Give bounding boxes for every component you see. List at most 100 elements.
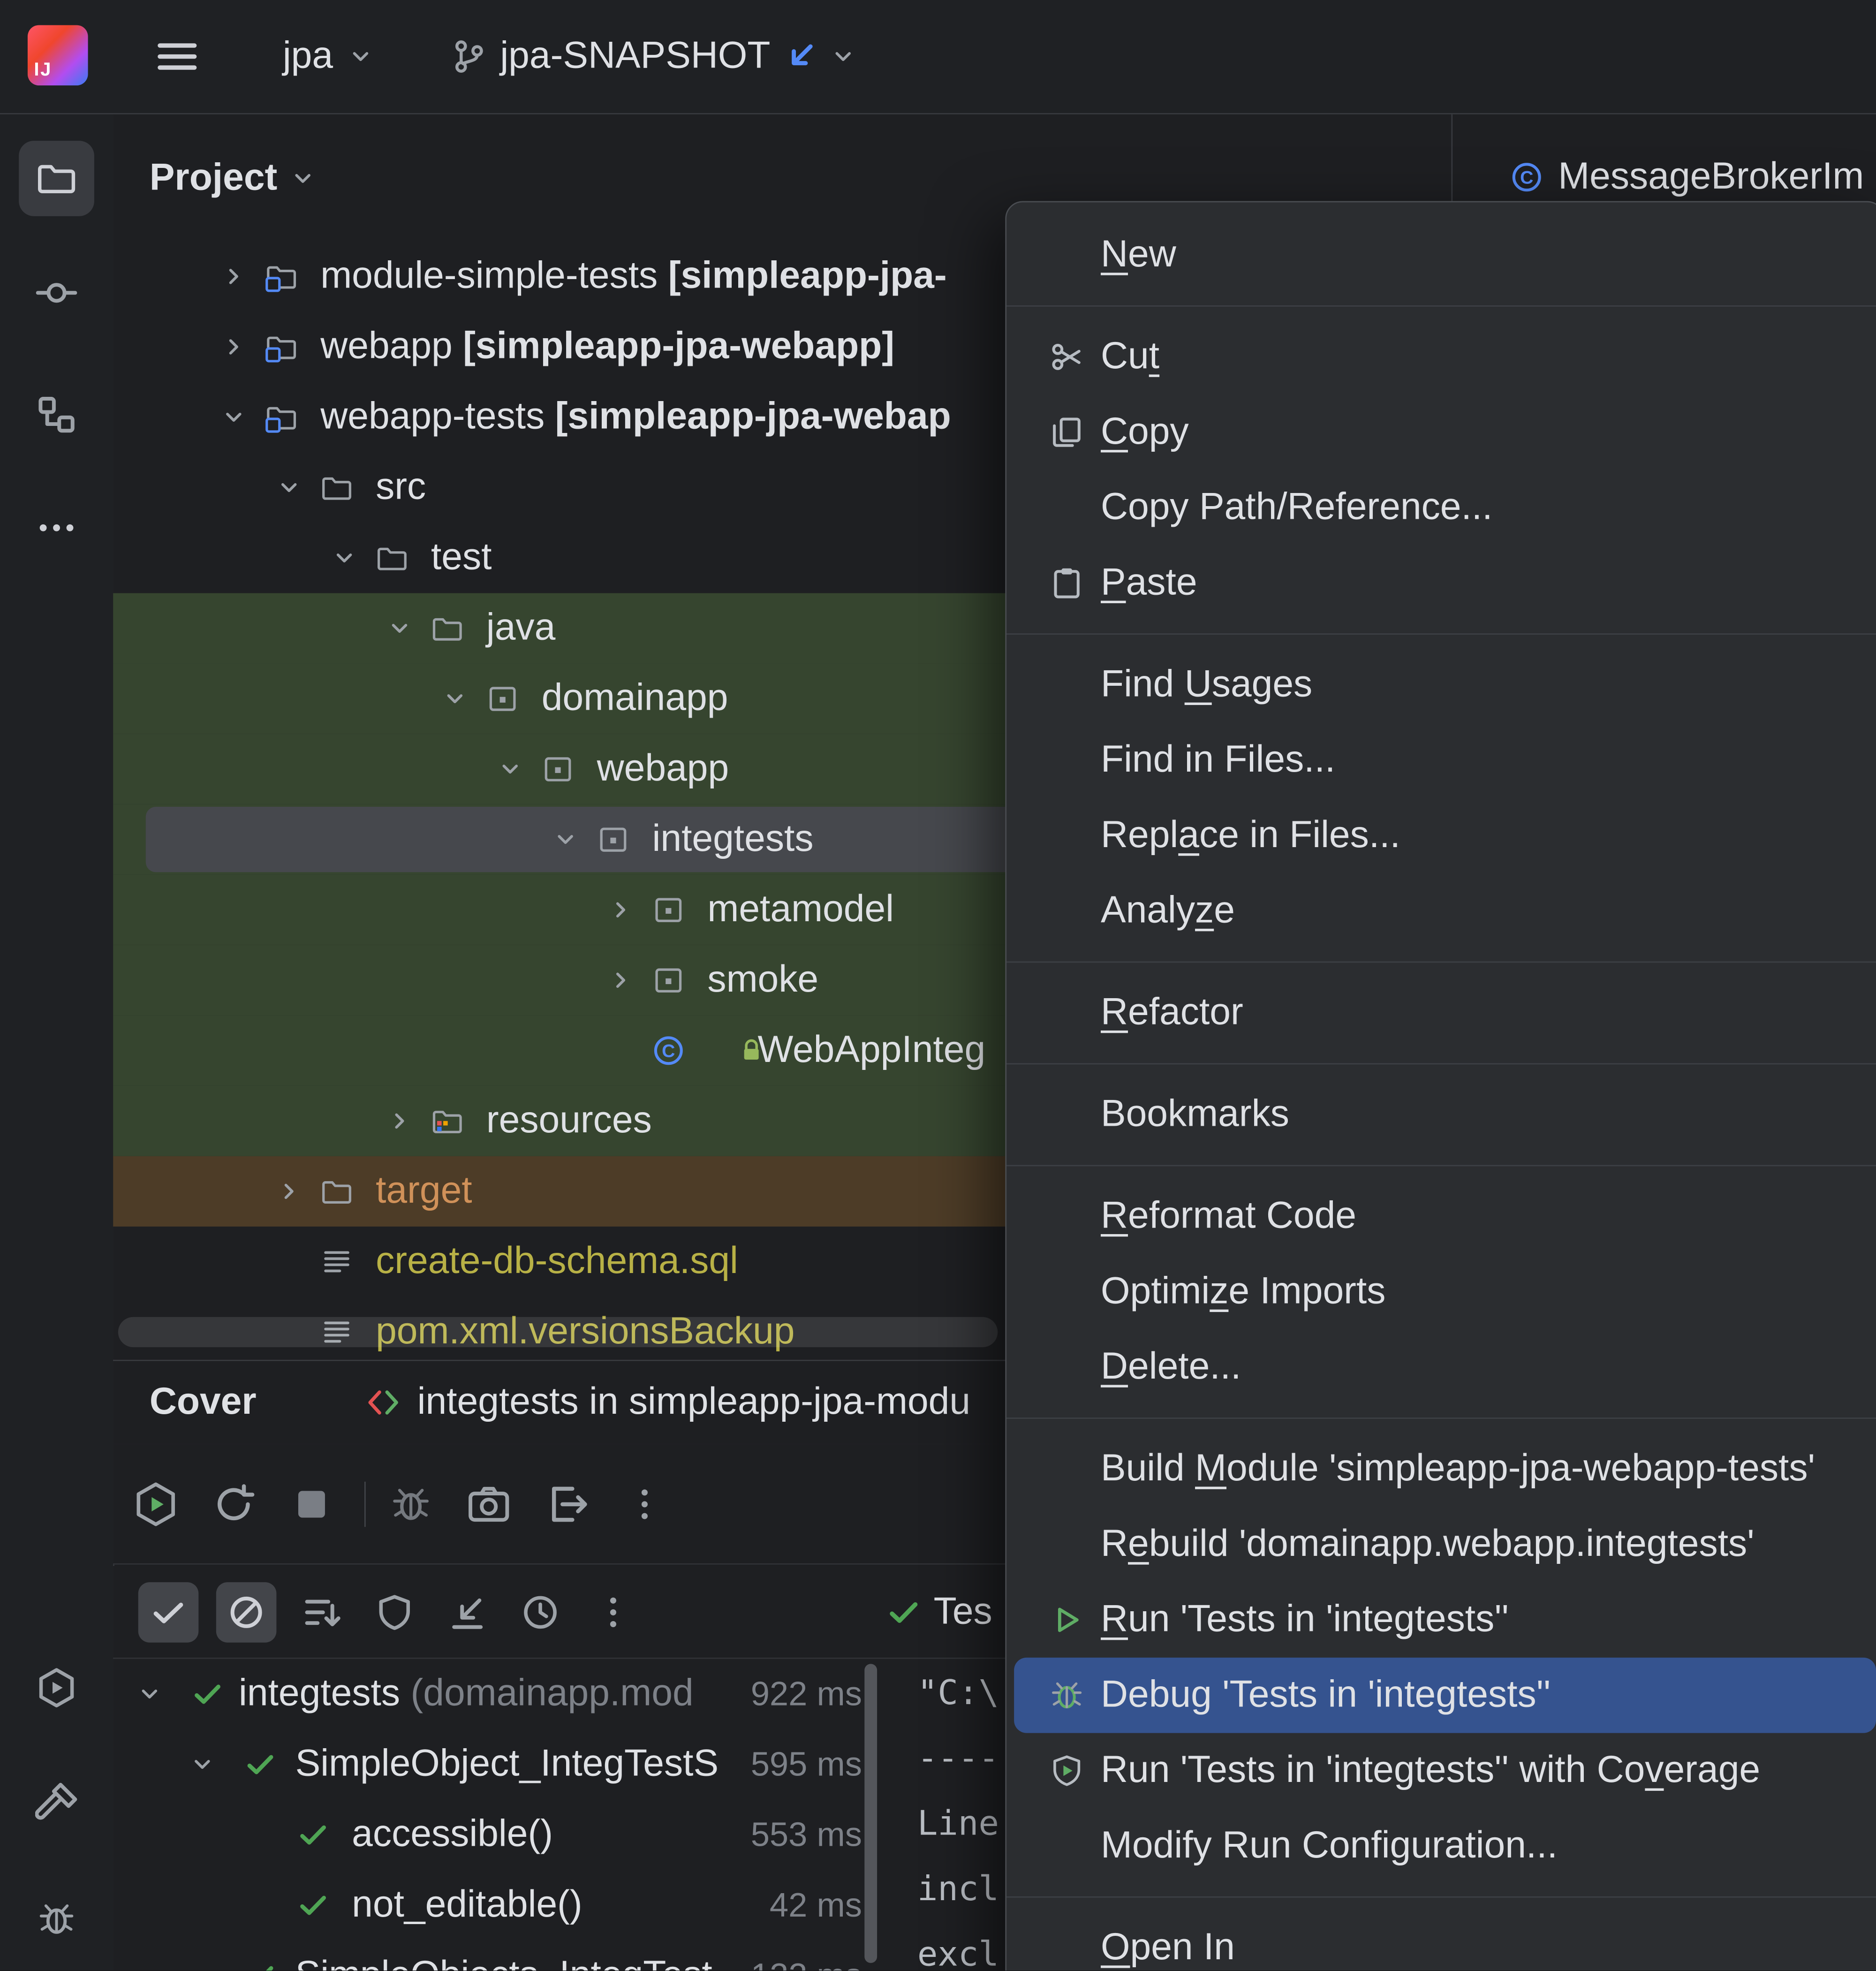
chevron-down-icon[interactable] <box>386 614 414 642</box>
chevron-right-icon[interactable] <box>220 263 248 290</box>
menu-item-label: Copy Path/Reference... <box>1100 486 1493 528</box>
test-name: SimpleObject_IntegTestS <box>295 1743 719 1785</box>
rerun-icon[interactable] <box>206 1476 261 1531</box>
branch-name: jpa-SNAPSHOT <box>500 35 771 77</box>
test-name: SimpleObjects_IntegTest <box>295 1941 712 1971</box>
file-lines-icon <box>320 1245 353 1278</box>
chevron-down-icon[interactable] <box>220 403 248 431</box>
scissors-icon <box>1039 338 1095 376</box>
menu-item[interactable]: Build Module 'simpleapp-jpa-webapp-tests… <box>1014 1432 1876 1507</box>
project-panel-header[interactable]: Project <box>150 114 315 242</box>
editor-tab-label[interactable]: MessageBrokerIm <box>1558 155 1864 198</box>
menu-item[interactable]: Open In <box>1014 1910 1876 1971</box>
context-menu-items: New Cut Copy Copy Path/Reference... Paste Fin… <box>1006 218 1876 1971</box>
class-icon: C <box>652 1034 685 1067</box>
package-icon <box>652 964 685 997</box>
import-order-icon[interactable] <box>440 1584 495 1639</box>
menu-item[interactable]: Replace in Files... <box>1014 798 1876 873</box>
test-passed-icon <box>244 1959 277 1971</box>
commit-tool-icon[interactable] <box>35 272 78 314</box>
chevron-down-icon <box>290 165 315 190</box>
show-passed-toggle[interactable] <box>138 1581 199 1642</box>
structure-tool-icon[interactable] <box>35 394 78 436</box>
menu-item[interactable]: Find Usages <box>1014 647 1876 723</box>
menu-item-label: New <box>1100 234 1176 275</box>
chevron-down-icon <box>348 44 373 69</box>
test-status-text: Tes <box>933 1591 992 1633</box>
stop-icon[interactable] <box>284 1476 339 1531</box>
git-branch-icon <box>450 38 487 75</box>
tree-item-label: test <box>431 537 492 578</box>
rerun-tests-icon[interactable] <box>128 1476 183 1531</box>
context-menu: New Cut Copy Copy Path/Reference... Paste Fin… <box>1005 201 1876 1971</box>
shield-icon[interactable] <box>367 1584 422 1639</box>
test-passed-icon <box>191 1678 224 1711</box>
tree-item-label: src <box>376 466 426 508</box>
menu-item[interactable]: Find in Files... <box>1014 723 1876 798</box>
tree-item-label: integtests <box>652 818 814 860</box>
menu-item[interactable]: Modify Run Configuration... <box>1014 1808 1876 1884</box>
vcs-branch-widget[interactable]: jpa-SNAPSHOT <box>450 0 856 113</box>
main-menu-icon[interactable] <box>146 29 209 84</box>
chevron-down-icon[interactable] <box>189 1751 216 1778</box>
chevron-right-icon[interactable] <box>220 333 248 361</box>
test-row[interactable]: SimpleObject_IntegTestS 595 ms <box>113 1729 867 1800</box>
more-tools-icon[interactable] <box>35 507 78 549</box>
test-row[interactable]: integtests (domainapp.mod 922 ms <box>113 1659 867 1729</box>
menu-item[interactable]: Optimize Imports <box>1014 1254 1876 1330</box>
menu-item[interactable]: Run 'Tests in 'integtests'' <box>1014 1582 1876 1658</box>
menu-item-label: Refactor <box>1100 991 1243 1033</box>
tree-item-label: webapp [simpleapp-jpa-webapp] <box>320 325 895 367</box>
menu-item[interactable]: Copy Path/Reference... <box>1014 470 1876 546</box>
project-tool-button[interactable] <box>19 141 94 216</box>
project-folder-icon <box>35 157 78 200</box>
menu-item[interactable]: Rebuild 'domainapp.webapp.integtests' <box>1014 1507 1876 1582</box>
folder-icon <box>376 542 408 575</box>
menu-item[interactable]: Paste <box>1014 546 1876 621</box>
vertical-scrollbar[interactable] <box>864 1664 877 1963</box>
menu-item[interactable]: Debug 'Tests in 'integtests'' <box>1014 1657 1876 1733</box>
tree-item-label: resources <box>486 1099 652 1141</box>
export-icon[interactable] <box>539 1476 594 1531</box>
coverage-icon <box>1039 1752 1095 1789</box>
test-row[interactable]: SimpleObjects_IntegTest122 ms <box>113 1941 867 1971</box>
project-selector[interactable]: jpa <box>283 0 373 113</box>
menu-item-label: Run 'Tests in 'integtests'' <box>1100 1598 1509 1640</box>
test-row[interactable]: not_editable() 42 ms <box>113 1870 867 1941</box>
menu-item[interactable]: Run 'Tests in 'integtests'' with Coverag… <box>1014 1733 1876 1809</box>
horizontal-scrollbar[interactable] <box>118 1317 998 1348</box>
chevron-down-icon[interactable] <box>496 755 524 783</box>
more-options-icon[interactable] <box>586 1584 641 1639</box>
build-tool-icon[interactable] <box>35 1782 78 1825</box>
svg-text:C: C <box>1520 167 1533 187</box>
chevron-right-icon[interactable] <box>607 896 635 924</box>
sort-icon[interactable] <box>294 1584 349 1639</box>
menu-item[interactable]: Cut <box>1014 319 1876 395</box>
run-icon <box>1039 1601 1095 1638</box>
services-tool-icon[interactable] <box>35 1667 78 1709</box>
debug-tool-icon[interactable] <box>35 1898 78 1941</box>
chevron-down-icon[interactable] <box>552 826 579 853</box>
chevron-down-icon[interactable] <box>275 474 303 501</box>
menu-item[interactable]: Analyze <box>1014 873 1876 949</box>
history-clock-icon[interactable] <box>513 1584 568 1639</box>
chevron-right-icon[interactable] <box>386 1107 414 1135</box>
chevron-down-icon[interactable] <box>136 1680 163 1708</box>
chevron-right-icon[interactable] <box>275 1177 303 1205</box>
debug-rerun-icon[interactable] <box>383 1476 439 1531</box>
menu-item[interactable]: New <box>1014 218 1876 293</box>
menu-item[interactable]: Bookmarks <box>1014 1077 1876 1152</box>
menu-item[interactable]: Copy <box>1014 394 1876 470</box>
show-ignored-toggle[interactable] <box>216 1581 277 1642</box>
chevron-down-icon[interactable] <box>331 544 358 572</box>
menu-item[interactable]: Delete... <box>1014 1330 1876 1405</box>
menu-item[interactable]: Reformat Code <box>1014 1179 1876 1254</box>
snapshot-icon[interactable] <box>461 1476 516 1531</box>
chevron-down-icon[interactable] <box>189 1962 216 1971</box>
more-options-icon[interactable] <box>617 1476 672 1531</box>
chevron-right-icon[interactable] <box>607 966 635 994</box>
menu-item[interactable]: Refactor <box>1014 975 1876 1051</box>
menu-item-label: Rebuild 'domainapp.webapp.integtests' <box>1100 1523 1755 1565</box>
test-row[interactable]: accessible() 553 ms <box>113 1800 867 1870</box>
chevron-down-icon[interactable] <box>441 685 469 713</box>
